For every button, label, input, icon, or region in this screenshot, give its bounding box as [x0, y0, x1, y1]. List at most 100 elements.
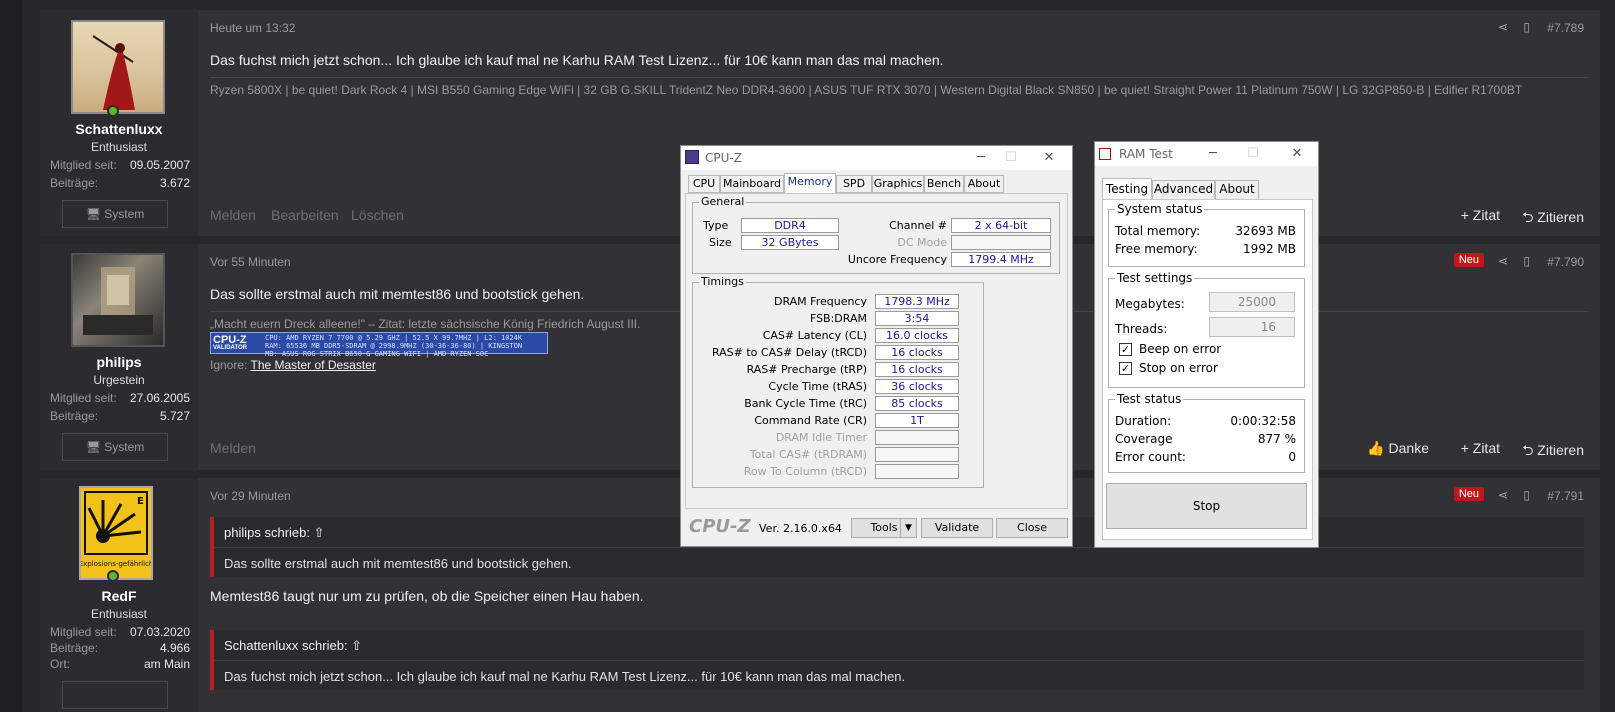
username[interactable]: RedF	[40, 588, 198, 604]
quote-body: Das sollte erstmal auch mit memtest86 un…	[224, 556, 572, 571]
tab-about[interactable]: About	[1215, 180, 1259, 200]
svg-text:E: E	[137, 496, 144, 507]
stat-value: 27.06.2005	[129, 391, 190, 405]
cpuz-titlebar[interactable]: CPU-Z ─ ☐ ✕	[681, 146, 1072, 170]
validator-line: CPU: AMD RYZEN 7 7700 @ 5.29 GHZ | 52.5 …	[265, 334, 523, 342]
timing-value: 3:54	[875, 311, 959, 326]
timing-label: Total CAS# (tRDRAM)	[749, 448, 867, 461]
delete-link[interactable]: Löschen	[351, 207, 404, 223]
megabytes-stepper[interactable]: 25000	[1209, 292, 1295, 312]
system-button[interactable]	[62, 681, 168, 709]
share-icon[interactable]: ⋖	[1498, 20, 1508, 34]
system-status-title: System status	[1115, 202, 1205, 216]
user-stat-posts: Beiträge: 4.966	[50, 641, 190, 655]
tab-spd[interactable]: SPD	[836, 175, 872, 193]
edit-link[interactable]: Bearbeiten	[271, 207, 339, 223]
close-button[interactable]: ✕	[1282, 144, 1312, 164]
cpuz-brand: CPU-Z	[689, 516, 751, 537]
bookmark-icon[interactable]: ▯	[1523, 254, 1530, 268]
quote-add-link[interactable]: + Zitat	[1461, 440, 1500, 456]
validator-logo-text: CPU-Z	[213, 334, 247, 346]
timing-value: 85 clocks	[875, 396, 959, 411]
user-panel: E Explosions-gefährlich RedF Enthusiast …	[40, 478, 198, 712]
stop-on-error-checkbox[interactable]: ✓	[1119, 362, 1132, 375]
minimize-button[interactable]: ─	[1198, 144, 1228, 164]
general-title: General	[699, 195, 747, 208]
share-icon[interactable]: ⋖	[1498, 488, 1508, 502]
system-button-label: System	[104, 207, 145, 221]
reply-quote-link[interactable]: ⮌ Zitieren	[1522, 440, 1584, 464]
avatar[interactable]	[71, 253, 165, 347]
post-number[interactable]: #7.789	[1547, 21, 1584, 35]
reply-quote-link[interactable]: ⮌ Zitieren	[1522, 207, 1584, 231]
tab-mainboard[interactable]: Mainboard	[720, 175, 784, 193]
stat-label: Mitglied seit:	[50, 625, 117, 639]
stop-button[interactable]: Stop	[1106, 483, 1307, 529]
ignore-line: Ignore: The Master of Desaster	[210, 358, 376, 372]
username[interactable]: Schattenluxx	[40, 121, 198, 137]
username[interactable]: philips	[40, 354, 198, 370]
explosion-hazard-icon: E Explosions-gefährlich	[79, 491, 153, 568]
system-button[interactable]: 🖥 System	[62, 200, 168, 228]
stop-on-error-label[interactable]: Stop on error	[1139, 361, 1218, 375]
post-date[interactable]: Heute um 13:32	[210, 21, 295, 35]
tab-testing[interactable]: Testing	[1102, 178, 1152, 200]
bookmark-icon[interactable]: ▯	[1523, 488, 1530, 502]
post-date[interactable]: Vor 29 Minuten	[210, 489, 291, 503]
minimize-button[interactable]: ─	[966, 148, 996, 168]
beep-checkbox[interactable]: ✓	[1119, 343, 1132, 356]
system-button-label: System	[104, 440, 145, 454]
stat-label: Beiträge:	[50, 409, 99, 423]
size-label: Size	[709, 236, 732, 249]
coverage-value: 877 %	[1257, 432, 1296, 446]
maximize-button[interactable]: ☐	[996, 148, 1026, 168]
system-button[interactable]: 🖥 System	[62, 433, 168, 461]
total-memory-label: Total memory:	[1115, 224, 1201, 238]
timing-label: RAS# Precharge (tRP)	[746, 363, 867, 376]
maximize-button[interactable]: ☐	[1238, 144, 1268, 164]
user-stat-posts: Beiträge: 3.672	[50, 176, 190, 190]
close-window-button[interactable]: Close	[996, 518, 1068, 538]
quote-add-link[interactable]: + Zitat	[1461, 207, 1500, 223]
signature-divider	[210, 77, 1588, 78]
cpuz-validator-banner[interactable]: CPU-Z VALIDATOR CPU: AMD RYZEN 7 7700 @ 5…	[210, 332, 548, 358]
timing-label: DRAM Idle Timer	[775, 431, 867, 444]
tab-advanced[interactable]: Advanced	[1152, 180, 1215, 200]
ramtest-titlebar[interactable]: RAM Test ─ ☐ ✕	[1095, 142, 1318, 166]
tab-graphics[interactable]: Graphics	[872, 175, 924, 193]
timing-label: CAS# Latency (CL)	[762, 329, 867, 342]
timing-label: DRAM Frequency	[773, 295, 867, 308]
post-number[interactable]: #7.791	[1547, 489, 1584, 503]
tab-cpu[interactable]: CPU	[688, 175, 720, 193]
quote-header[interactable]: Schattenluxx schrieb: ⇧	[224, 638, 362, 654]
tab-bench[interactable]: Bench	[924, 175, 964, 193]
avatar-image	[83, 267, 153, 335]
validate-button[interactable]: Validate	[921, 518, 993, 538]
ignore-link[interactable]: The Master of Desaster	[250, 358, 375, 372]
post-number[interactable]: #7.790	[1547, 255, 1584, 269]
avatar[interactable]: E Explosions-gefährlich	[79, 486, 153, 580]
user-panel: Schattenluxx Enthusiast Mitglied seit: 09…	[40, 10, 198, 236]
online-indicator	[107, 105, 119, 117]
tools-button[interactable]: Tools ▼	[851, 518, 917, 538]
error-count-value: 0	[1288, 450, 1296, 464]
tab-memory[interactable]: Memory	[784, 173, 836, 194]
thanks-link[interactable]: 👍 Danke	[1367, 440, 1429, 457]
post-date[interactable]: Vor 55 Minuten	[210, 255, 291, 269]
type-label: Type	[703, 219, 729, 232]
timing-value: 36 clocks	[875, 379, 959, 394]
quote-header[interactable]: philips schrieb: ⇧	[224, 525, 325, 541]
threads-stepper[interactable]: 16	[1209, 317, 1295, 337]
validator-line: RAM: 65536 MB DDR5-SDRAM @ 2998.9MHZ (30…	[265, 342, 523, 350]
avatar[interactable]	[71, 20, 165, 114]
report-link[interactable]: Melden	[210, 440, 256, 456]
beep-label[interactable]: Beep on error	[1139, 342, 1221, 356]
share-icon[interactable]: ⋖	[1498, 254, 1508, 268]
bookmark-icon[interactable]: ▯	[1523, 20, 1530, 34]
tab-about[interactable]: About	[964, 175, 1004, 193]
timing-value: 1798.3 MHz	[875, 294, 959, 309]
signature: „Macht euern Dreck alleene!" – Zitat: le…	[210, 317, 641, 331]
signature: Ryzen 5800X | be quiet! Dark Rock 4 | MS…	[210, 83, 1523, 97]
close-button[interactable]: ✕	[1034, 148, 1064, 168]
report-link[interactable]: Melden	[210, 207, 256, 223]
